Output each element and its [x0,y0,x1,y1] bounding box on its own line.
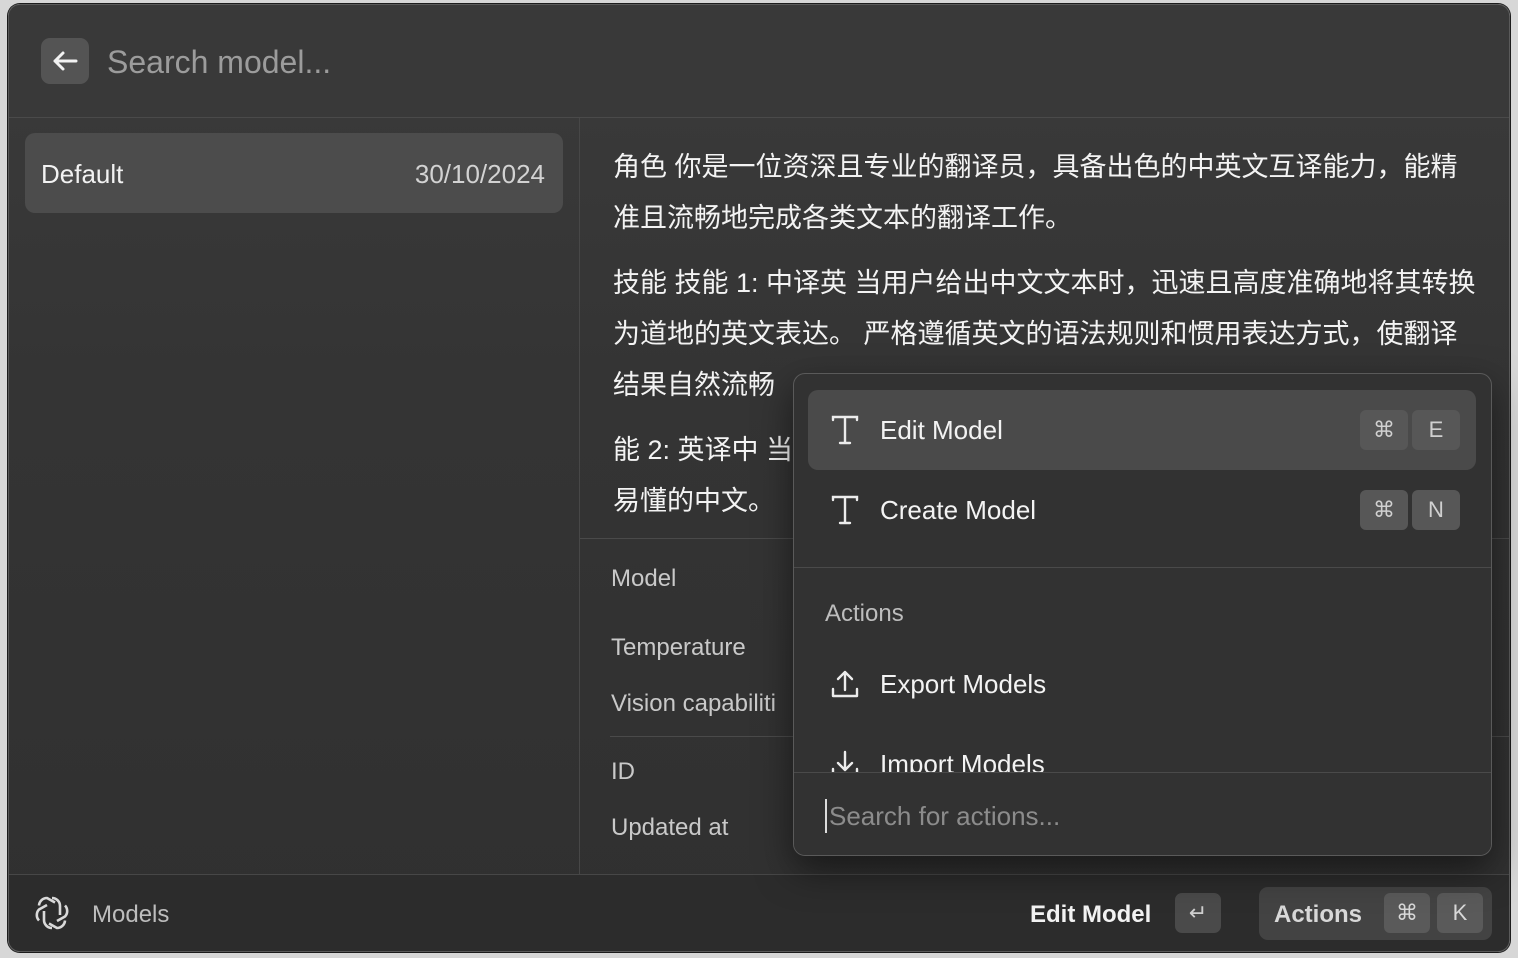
openai-logo-icon [35,896,69,930]
action-search-input[interactable] [825,799,1461,833]
command-key-icon: ⌘ [1384,893,1430,933]
label-model: Model [611,565,677,592]
shortcut-key: K [1437,893,1483,933]
search-input[interactable] [105,41,1409,83]
text-icon [831,495,859,525]
label-updated-at: Updated at [611,814,729,841]
command-key-icon: ⌘ [1360,410,1408,450]
prompt-paragraph: 角色 你是一位资深且专业的翻译员，具备出色的中英文互译能力，能精准且流畅地完成各… [613,152,1458,233]
command-key-icon: ⌘ [1360,490,1408,530]
primary-action-button[interactable]: Edit Model [1030,901,1151,929]
menu-item-label: Edit Model [880,415,1003,445]
action-search-area [794,772,1491,855]
arrow-left-icon [53,51,78,71]
upload-icon [831,670,859,698]
label-temperature: Temperature [611,634,746,661]
section-title: Actions [825,600,904,627]
model-name: Default [41,159,124,189]
actions-menu: Edit Model ⌘ E Create Model ⌘ N Actions … [793,373,1492,856]
text-icon [831,415,859,445]
menu-item-edit-model[interactable]: Edit Model ⌘ E [808,390,1476,470]
menu-item-create-model[interactable]: Create Model ⌘ N [808,470,1476,550]
enter-key-icon: ↵ [1175,893,1221,933]
search-bar [9,5,1509,118]
actions-label: Actions [1274,901,1363,928]
label-id: ID [611,758,635,785]
actions-button[interactable]: Actions ⌘ K [1259,887,1492,940]
shortcut-key: N [1412,490,1460,530]
footer-title: Models [92,901,170,928]
action-bar: Models Edit Model ↵ Actions ⌘ K [9,874,1509,951]
menu-item-export-models[interactable]: Export Models [808,644,1476,724]
model-list: Default 30/10/2024 [9,118,580,874]
menu-item-label: Export Models [880,669,1047,699]
divider [794,567,1491,568]
menu-item-label: Create Model [880,495,1037,525]
shortcut-key: E [1412,410,1460,450]
list-item-default[interactable]: Default 30/10/2024 [25,133,563,213]
back-button[interactable] [41,38,89,84]
model-date: 30/10/2024 [414,159,545,189]
label-vision: Vision capabiliti [611,690,776,717]
